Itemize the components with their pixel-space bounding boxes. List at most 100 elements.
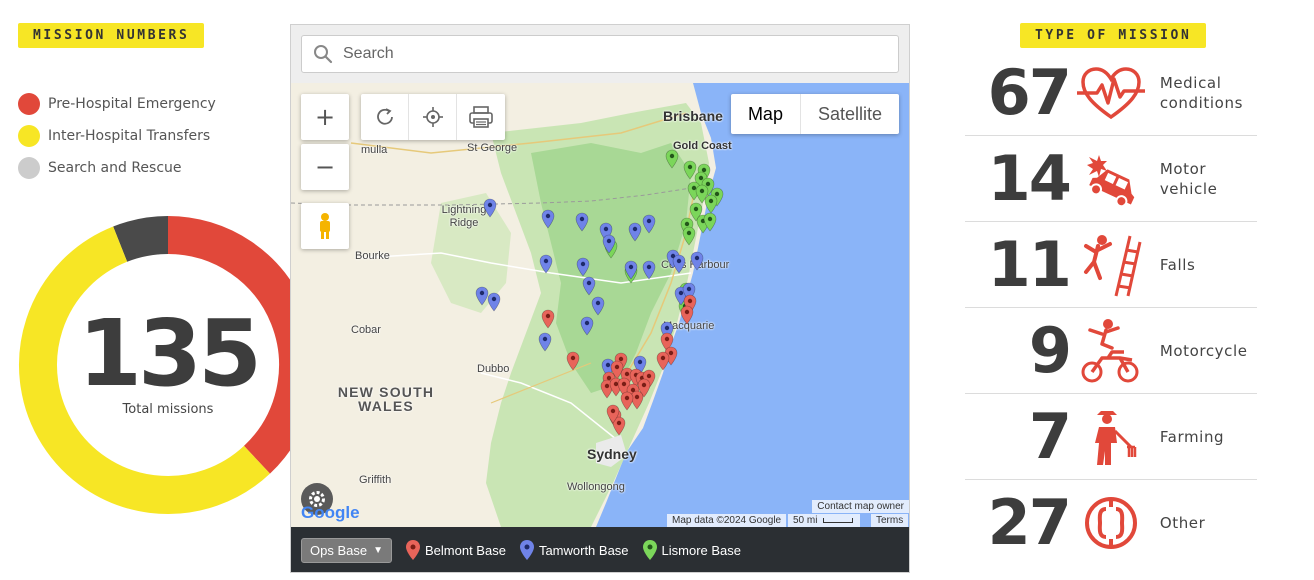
red-dot-icon	[18, 93, 40, 115]
tamworth-mission-marker[interactable]	[580, 316, 594, 336]
legend-label: Pre-Hospital Emergency	[48, 96, 216, 112]
tamworth-mission-marker[interactable]	[483, 198, 497, 218]
legend-lismore-base: Lismore Base	[642, 540, 742, 560]
belmont-mission-marker[interactable]	[656, 351, 670, 371]
zoom-in-button[interactable]: +	[301, 94, 349, 140]
mission-label: Other	[1159, 514, 1206, 532]
mission-count: 67	[987, 55, 1072, 129]
google-logo: Google	[301, 503, 360, 523]
farmer-icon	[1074, 402, 1148, 472]
mission-type-row: 7 Farming	[965, 394, 1257, 480]
contact-map-owner-link[interactable]: Contact map owner	[812, 500, 909, 513]
print-button[interactable]	[457, 94, 505, 140]
ladder-fall-icon	[1074, 230, 1148, 300]
lismore-mission-marker[interactable]	[665, 149, 679, 169]
legend-label: Search and Rescue	[48, 160, 182, 176]
legend-label: Inter-Hospital Transfers	[48, 128, 211, 144]
green-marker-icon	[642, 540, 657, 560]
mission-numbers-panel: MISSION NUMBERS Pre-Hospital Emergency I…	[0, 0, 317, 580]
ops-base-select-label: Ops Base	[310, 542, 368, 558]
type-of-mission-title: TYPE OF MISSION	[1020, 23, 1207, 48]
legend-tamworth-base: Tamworth Base	[519, 540, 629, 560]
lismore-mission-marker[interactable]	[682, 226, 696, 246]
tamworth-mission-marker[interactable]	[487, 292, 501, 312]
marker-layer	[475, 149, 724, 436]
tamworth-mission-marker[interactable]	[628, 222, 642, 242]
mission-type-row: 14 Motor vehicle	[965, 136, 1257, 222]
mission-numbers-title: MISSION NUMBERS	[18, 23, 205, 48]
mission-legend: Pre-Hospital Emergency Inter-Hospital Tr…	[18, 88, 216, 184]
map-scale-label: 50 mi	[793, 515, 818, 526]
tamworth-mission-marker[interactable]	[539, 254, 553, 274]
belmont-mission-marker[interactable]	[680, 305, 694, 325]
belmont-mission-marker[interactable]	[566, 351, 580, 371]
donut-center: 135 Total missions	[18, 215, 318, 515]
map-type-map-button[interactable]: Map	[731, 94, 801, 134]
total-missions-label: Total missions	[122, 401, 214, 417]
printer-icon	[469, 106, 493, 128]
total-missions-number: 135	[77, 299, 262, 407]
chevron-down-icon: ▼	[373, 544, 383, 556]
tamworth-mission-marker[interactable]	[538, 332, 552, 352]
base-filter-bar: Ops Base ▼ Belmont Base Tamworth Base Li…	[291, 527, 909, 572]
mission-label: Medical conditions	[1159, 73, 1243, 112]
mission-type-row: 11 Falls	[965, 222, 1257, 308]
lismore-base-label: Lismore Base	[661, 542, 742, 558]
belmont-base-label: Belmont Base	[425, 542, 506, 558]
belmont-mission-marker[interactable]	[620, 391, 634, 411]
other-icon	[1074, 488, 1148, 558]
terms-link[interactable]: Terms	[871, 514, 909, 527]
locate-button[interactable]	[409, 94, 457, 140]
reset-view-button[interactable]	[361, 94, 409, 140]
mission-count: 7	[1028, 399, 1072, 473]
tamworth-mission-marker[interactable]	[582, 276, 596, 296]
search-box[interactable]	[301, 35, 899, 73]
motorcycle-icon	[1074, 316, 1148, 386]
map-scale: 50 mi	[788, 514, 860, 527]
mission-count: 14	[987, 141, 1072, 215]
tamworth-mission-marker[interactable]	[475, 286, 489, 306]
legend-item-pre-hospital: Pre-Hospital Emergency	[18, 88, 216, 120]
map-type-control: Map Satellite	[730, 94, 899, 134]
pegman-icon	[320, 213, 330, 239]
tamworth-mission-marker[interactable]	[642, 214, 656, 234]
mission-type-row: 27 Other	[965, 480, 1257, 566]
map-toolbar	[361, 94, 505, 140]
mission-label: Motorcycle	[1159, 341, 1248, 360]
mission-count: 27	[987, 486, 1072, 559]
mission-count: 11	[987, 227, 1072, 301]
mission-type-row: 67 Medical conditions	[965, 50, 1257, 136]
tamworth-mission-marker[interactable]	[541, 209, 555, 229]
legend-item-search-rescue: Search and Rescue	[18, 152, 216, 184]
scale-bar	[823, 518, 854, 523]
belmont-mission-marker[interactable]	[541, 309, 555, 329]
yellow-dot-icon	[18, 125, 40, 147]
lismore-mission-marker[interactable]	[704, 194, 718, 214]
tamworth-mission-marker[interactable]	[576, 257, 590, 277]
tamworth-mission-marker[interactable]	[575, 212, 589, 232]
ops-base-select[interactable]: Ops Base ▼	[301, 537, 392, 563]
street-view-button[interactable]	[301, 203, 349, 249]
search-icon	[314, 45, 333, 64]
red-marker-icon	[406, 540, 420, 560]
car-crash-icon	[1074, 144, 1148, 214]
mission-type-row: 9 Motorcycle	[965, 308, 1257, 394]
mission-label: Falls	[1159, 255, 1196, 274]
search-input[interactable]	[343, 45, 883, 63]
tamworth-mission-marker[interactable]	[690, 251, 704, 271]
lismore-mission-marker[interactable]	[683, 160, 697, 180]
missions-map: Brisbane Gold Coast St George mulla Ligh…	[290, 24, 910, 573]
google-logo-text: Google	[301, 503, 360, 522]
zoom-out-button[interactable]: −	[301, 144, 349, 190]
map-search-bar	[291, 25, 909, 83]
crosshair-icon	[422, 107, 443, 127]
tamworth-base-label: Tamworth Base	[538, 542, 629, 558]
blue-marker-icon	[519, 540, 534, 560]
tamworth-mission-marker[interactable]	[642, 260, 656, 280]
map-type-satellite-button[interactable]: Satellite	[801, 94, 899, 134]
map-canvas[interactable]: Brisbane Gold Coast St George mulla Ligh…	[291, 83, 909, 527]
tamworth-mission-marker[interactable]	[591, 296, 605, 316]
tamworth-mission-marker[interactable]	[672, 254, 686, 274]
legend-item-inter-hospital: Inter-Hospital Transfers	[18, 120, 216, 152]
map-data-attribution: Map data ©2024 Google	[667, 514, 787, 527]
